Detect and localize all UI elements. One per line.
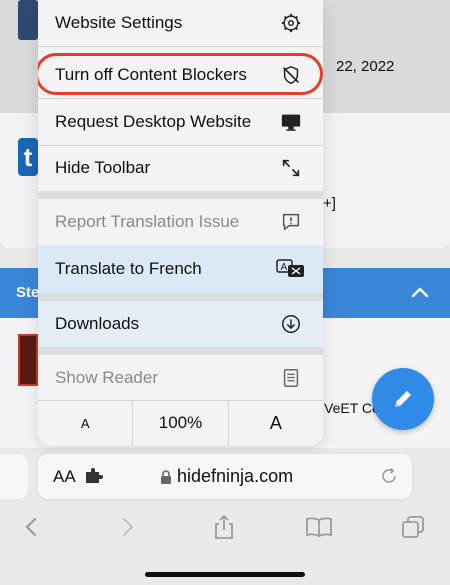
- home-indicator: [145, 572, 305, 577]
- report-translation-item[interactable]: Report Translation Issue: [38, 199, 323, 245]
- back-button[interactable]: [16, 505, 46, 549]
- chevron-left-icon: [25, 517, 37, 537]
- url-text[interactable]: hidefninja.com: [177, 466, 293, 487]
- request-desktop-item[interactable]: Request Desktop Website: [38, 99, 323, 145]
- gear-icon: [279, 11, 303, 35]
- tabs-icon: [402, 516, 424, 538]
- previous-tab-bar[interactable]: [0, 454, 28, 499]
- translate-item[interactable]: Translate to French A: [38, 246, 323, 292]
- section-gap: [38, 293, 323, 301]
- share-button[interactable]: [209, 505, 239, 549]
- page-menu: Website Settings Turn off Content Blocke…: [38, 0, 323, 446]
- menu-item-label: Report Translation Issue: [55, 212, 240, 231]
- zoom-level[interactable]: 100%: [132, 400, 227, 446]
- article-thumbnail: [18, 0, 38, 40]
- forward-button[interactable]: [113, 505, 143, 549]
- tabs-button[interactable]: [398, 505, 428, 549]
- text-size-row: A 100% A: [38, 400, 323, 446]
- article-thumbnail: [18, 334, 38, 386]
- book-icon: [306, 517, 332, 538]
- article-snippet: +]: [323, 195, 336, 212]
- svg-text:A: A: [281, 262, 288, 273]
- divider: [38, 46, 323, 47]
- expand-arrows-icon: [279, 156, 303, 180]
- increase-text-size-button[interactable]: A: [227, 400, 323, 446]
- reload-icon[interactable]: [380, 467, 398, 485]
- menu-item-label: Translate to French: [55, 259, 202, 278]
- bottom-toolbar: [0, 505, 450, 549]
- section-gap: [38, 191, 323, 199]
- pencil-icon: [395, 391, 411, 407]
- compose-button[interactable]: [372, 368, 434, 430]
- reader-icon: [279, 366, 303, 390]
- decrease-text-size-button[interactable]: A: [38, 400, 132, 446]
- article-date: 22, 2022: [336, 58, 395, 75]
- lock-icon: [161, 470, 171, 484]
- desktop-icon: [279, 110, 303, 134]
- website-settings-item[interactable]: Website Settings: [38, 0, 323, 46]
- menu-item-label: Hide Toolbar: [55, 158, 151, 177]
- extension-puzzle-icon[interactable]: [85, 468, 103, 484]
- report-bubble-icon: [279, 210, 303, 234]
- downloads-item[interactable]: Downloads: [38, 301, 323, 347]
- hide-toolbar-item[interactable]: Hide Toolbar: [38, 145, 323, 191]
- chevron-up-icon[interactable]: [408, 282, 432, 302]
- menu-item-label: Request Desktop Website: [55, 112, 252, 131]
- section-bar-label: Ste: [16, 284, 40, 301]
- page-menu-button[interactable]: AA: [53, 467, 76, 487]
- highlight-outline: [38, 53, 323, 95]
- show-reader-item[interactable]: Show Reader: [38, 355, 323, 401]
- menu-item-label: Website Settings: [55, 13, 183, 32]
- share-icon: [215, 514, 233, 539]
- section-gap: [38, 347, 323, 355]
- bookmarks-button[interactable]: [304, 505, 334, 549]
- chevron-right-icon: [122, 517, 134, 537]
- menu-item-label: Show Reader: [55, 368, 159, 387]
- download-icon: [279, 312, 303, 336]
- article-thumbnail-logo: t: [18, 138, 38, 176]
- translate-icon: A: [276, 257, 306, 281]
- menu-item-label: Downloads: [55, 314, 140, 333]
